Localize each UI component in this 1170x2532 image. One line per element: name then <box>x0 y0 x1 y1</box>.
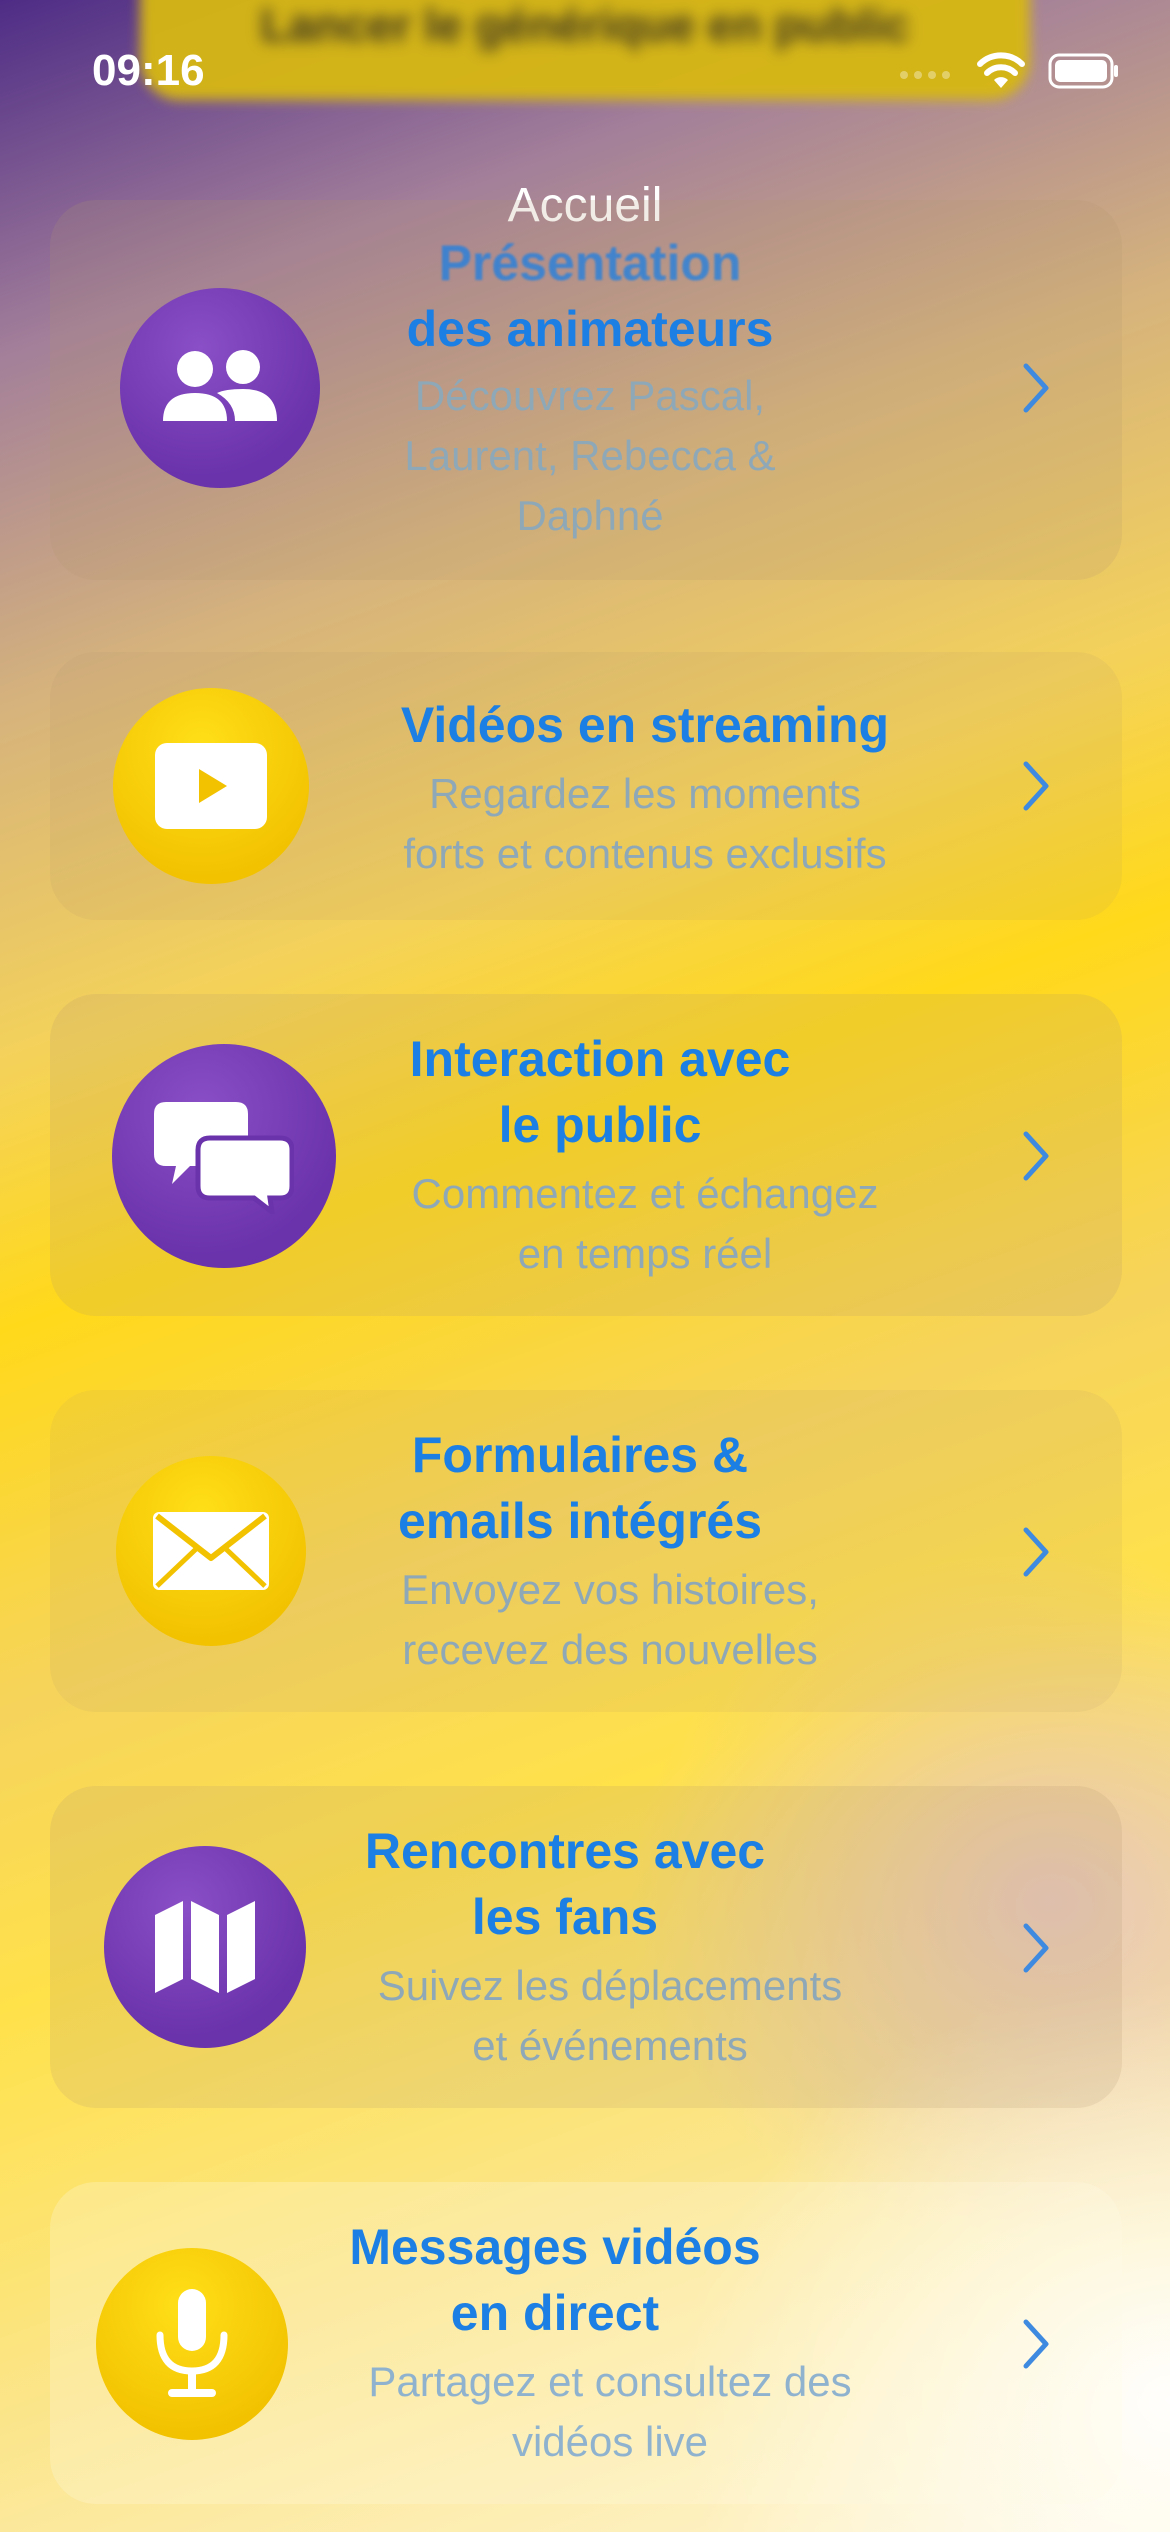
status-icons <box>898 52 1120 90</box>
menu-item-hosts[interactable]: Présentation des animateurs Découvrez Pa… <box>50 200 1122 580</box>
menu-item-subtitle: Envoyez vos histoires, <box>401 1566 819 1613</box>
status-time: 09:16 <box>92 46 205 95</box>
chevron-right-icon <box>1023 1923 1049 1973</box>
menu-item-subtitle: en temps réel <box>517 1230 773 1277</box>
menu-item-title: en direct <box>450 2285 660 2341</box>
menu-item-subtitle: forts et contenus exclusifs <box>403 830 887 877</box>
chevron-right-icon <box>1023 761 1049 811</box>
menu-item-title: Interaction avec <box>409 1031 791 1087</box>
chevron-right-icon <box>1023 2319 1049 2369</box>
signal-icon <box>900 71 950 79</box>
menu-item-subtitle: recevez des nouvelles <box>402 1626 818 1673</box>
wifi-icon <box>977 52 1025 88</box>
menu-item-title: Formulaires & <box>411 1427 749 1483</box>
menu-item-subtitle: vidéos live <box>511 2418 709 2465</box>
menu-item-audience-interaction[interactable]: Interaction avec le public Commentez et … <box>50 994 1122 1316</box>
menu-item-title: les fans <box>471 1889 659 1945</box>
menu-item-live-video-messages[interactable]: Messages vidéos en direct Partagez et co… <box>50 2182 1122 2504</box>
chevron-right-icon <box>1023 1131 1049 1181</box>
menu-item-subtitle: Regardez les moments <box>429 770 861 817</box>
menu-item-forms-text: Formulaires & emails intégrés Envoyez vo… <box>340 1422 880 1680</box>
menu-item-streaming[interactable]: Vidéos en streaming Regardez les moments… <box>50 652 1122 920</box>
menu-item-subtitle: Partagez et consultez des <box>368 2358 852 2405</box>
menu-item-title: Vidéos en streaming <box>400 697 890 753</box>
status-bar: 09:16 <box>0 0 1170 150</box>
battery-icon <box>1048 53 1118 89</box>
menu-item-forms-emails[interactable]: Formulaires & emails intégrés Envoyez vo… <box>50 1390 1122 1712</box>
menu-item-live-text: Messages vidéos en direct Partagez et co… <box>340 2214 940 2472</box>
chevron-right-icon <box>1023 363 1049 413</box>
menu-item-title: Présentation <box>438 235 742 291</box>
people-icon <box>120 288 320 488</box>
envelope-icon <box>116 1456 306 1646</box>
menu-item-streaming-text: Vidéos en streaming Regardez les moments… <box>350 692 940 884</box>
menu-item-fans-text: Rencontres avec les fans Suivez les dépl… <box>340 1818 940 2076</box>
menu-item-title: Messages vidéos <box>349 2219 761 2275</box>
menu-item-title: Rencontres avec <box>364 1823 766 1879</box>
menu-item-subtitle: Daphné <box>516 492 664 539</box>
play-icon <box>113 688 309 884</box>
menu-item-subtitle: et événements <box>472 2022 748 2069</box>
menu-item-audience-text: Interaction avec le public Commentez et … <box>350 1026 940 1284</box>
menu-item-hosts-text: Présentation des animateurs Découvrez Pa… <box>340 230 840 546</box>
menu-item-title: des animateurs <box>406 301 774 357</box>
menu-item-subtitle: Découvrez Pascal, <box>414 372 766 419</box>
menu-item-title: emails intégrés <box>397 1493 763 1549</box>
menu-item-subtitle: Commentez et échangez <box>411 1170 879 1217</box>
chevron-right-icon <box>1023 1527 1049 1577</box>
menu-item-fan-meetings[interactable]: Rencontres avec les fans Suivez les dépl… <box>50 1786 1122 2108</box>
menu-item-subtitle: Laurent, Rebecca & <box>404 432 776 479</box>
menu-item-subtitle: Suivez les déplacements <box>377 1962 843 2009</box>
menu-item-title: le public <box>498 1097 702 1153</box>
